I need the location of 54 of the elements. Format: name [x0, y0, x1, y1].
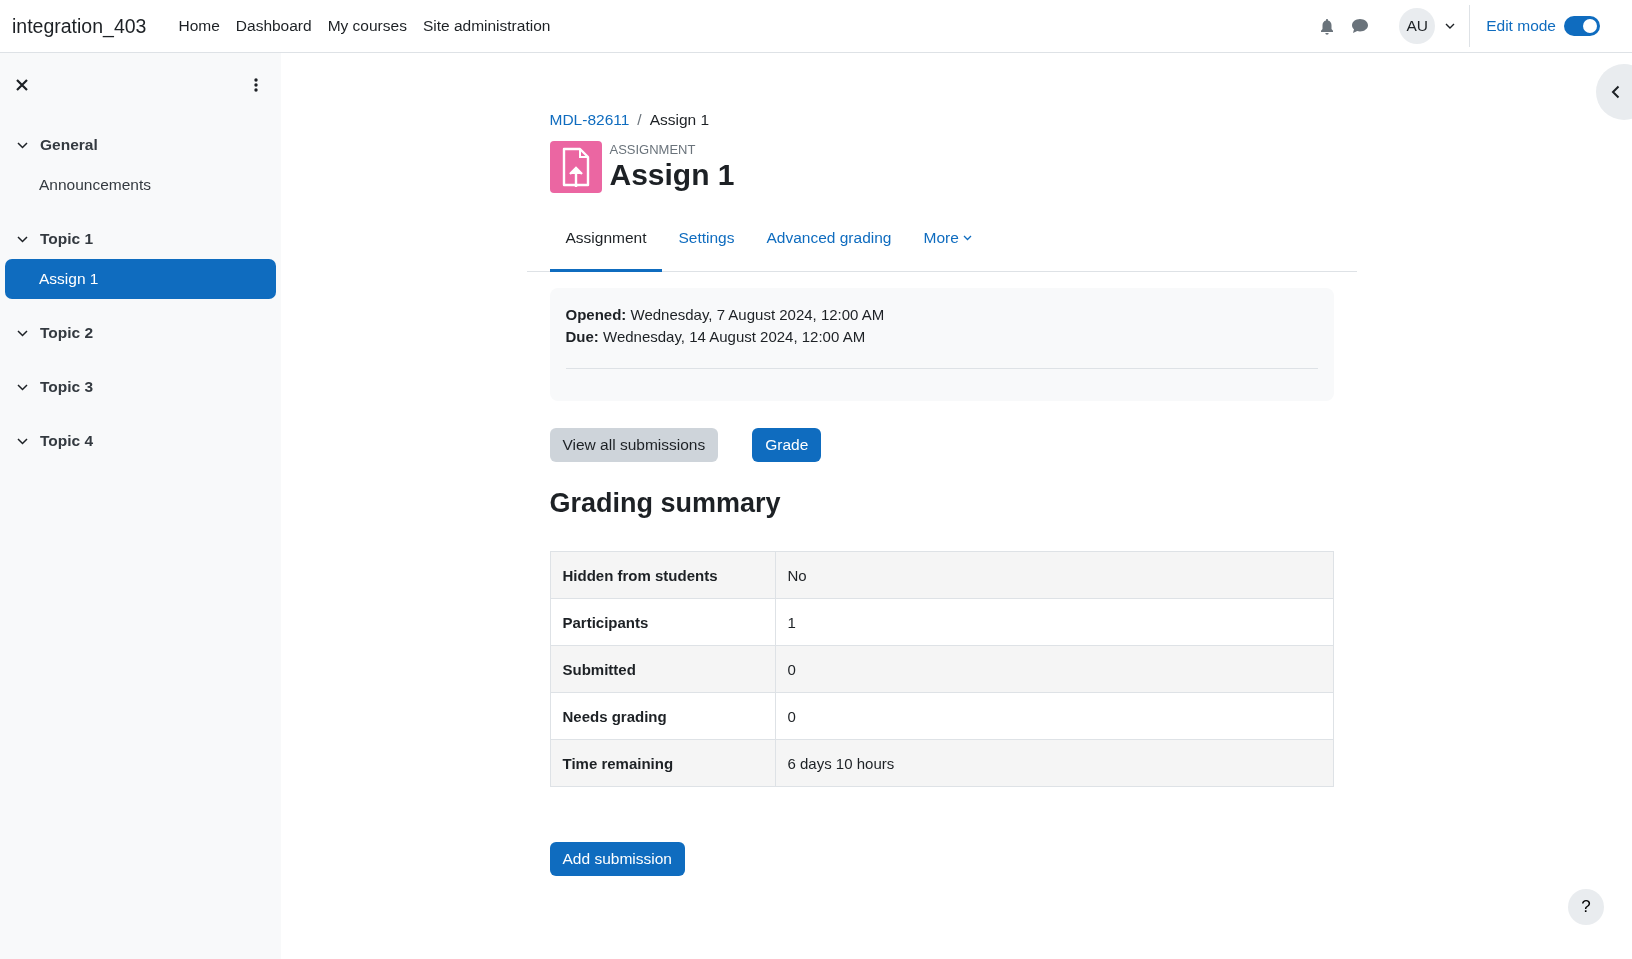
caret-icon [962, 235, 972, 241]
view-submissions-button[interactable]: View all submissions [549, 428, 719, 462]
help-button[interactable]: ? [1568, 889, 1604, 925]
tab[interactable]: Settings [662, 209, 751, 272]
row-value: 0 [775, 692, 1333, 740]
edit-mode-label: Edit mode [1486, 17, 1556, 35]
chevron-icon[interactable] [17, 437, 28, 445]
nav-link[interactable]: Site administration [422, 17, 551, 35]
grade-button[interactable]: Grade [752, 428, 822, 462]
row-value: No [775, 551, 1333, 599]
activity-type-label: ASSIGNMENT [609, 141, 697, 157]
chat-icon[interactable] [1351, 18, 1370, 34]
row-value: 0 [775, 645, 1333, 693]
section-title[interactable]: Topic 2 [40, 324, 94, 342]
site-name[interactable]: integration_403 [12, 14, 147, 38]
section-title[interactable]: Topic 3 [40, 378, 94, 396]
breadcrumb-link[interactable]: MDL-82611 [549, 111, 630, 128]
edit-mode-toggle[interactable] [1564, 16, 1600, 36]
chevron-left-icon [1611, 85, 1620, 99]
tab[interactable]: Advanced grading [750, 209, 908, 272]
tab[interactable]: More [907, 209, 988, 272]
section-title[interactable]: General [40, 136, 98, 154]
section-title[interactable]: Topic 1 [40, 230, 94, 248]
nav-link[interactable]: Dashboard [235, 17, 312, 35]
chevron-icon[interactable] [17, 329, 28, 337]
row-value: 6 days 10 hours [775, 739, 1333, 787]
date-text: Opened: Wednesday, 7 August 2024, 12:00 AM [565, 305, 886, 325]
row-label: Hidden from students [550, 551, 775, 599]
section-title[interactable]: Topic 4 [40, 432, 94, 450]
bell-icon[interactable] [1319, 17, 1336, 35]
row-label: Participants [550, 598, 775, 646]
breadcrumb-separator: / [637, 111, 642, 128]
row-label: Submitted [550, 645, 775, 693]
page-title: Assign 1 [609, 156, 735, 193]
section-heading: Grading summary [549, 488, 782, 519]
row-label: Needs grading [550, 692, 775, 740]
breadcrumb-current: Assign 1 [649, 111, 710, 128]
assignment-upload-icon [549, 141, 602, 193]
caret-icon[interactable] [1445, 23, 1456, 29]
activity-item[interactable]: Announcements [5, 165, 276, 205]
chevron-icon[interactable] [17, 383, 28, 391]
activity-item[interactable]: Assign 1 [5, 259, 276, 299]
chevron-icon[interactable] [17, 141, 28, 149]
row-label: Time remaining [550, 739, 775, 787]
nav-link[interactable]: Home [178, 17, 220, 35]
user-avatar[interactable]: AU [1399, 8, 1436, 44]
more-options-icon[interactable] [254, 78, 258, 92]
row-value: 1 [775, 598, 1333, 646]
tab[interactable]: Assignment [549, 209, 663, 272]
add-submission-button[interactable]: Add submission [549, 842, 685, 876]
chevron-icon[interactable] [17, 235, 28, 243]
close-icon[interactable] [16, 79, 28, 91]
date-text: Due: Wednesday, 14 August 2024, 12:00 AM [565, 327, 867, 347]
nav-link[interactable]: My courses [327, 17, 407, 35]
